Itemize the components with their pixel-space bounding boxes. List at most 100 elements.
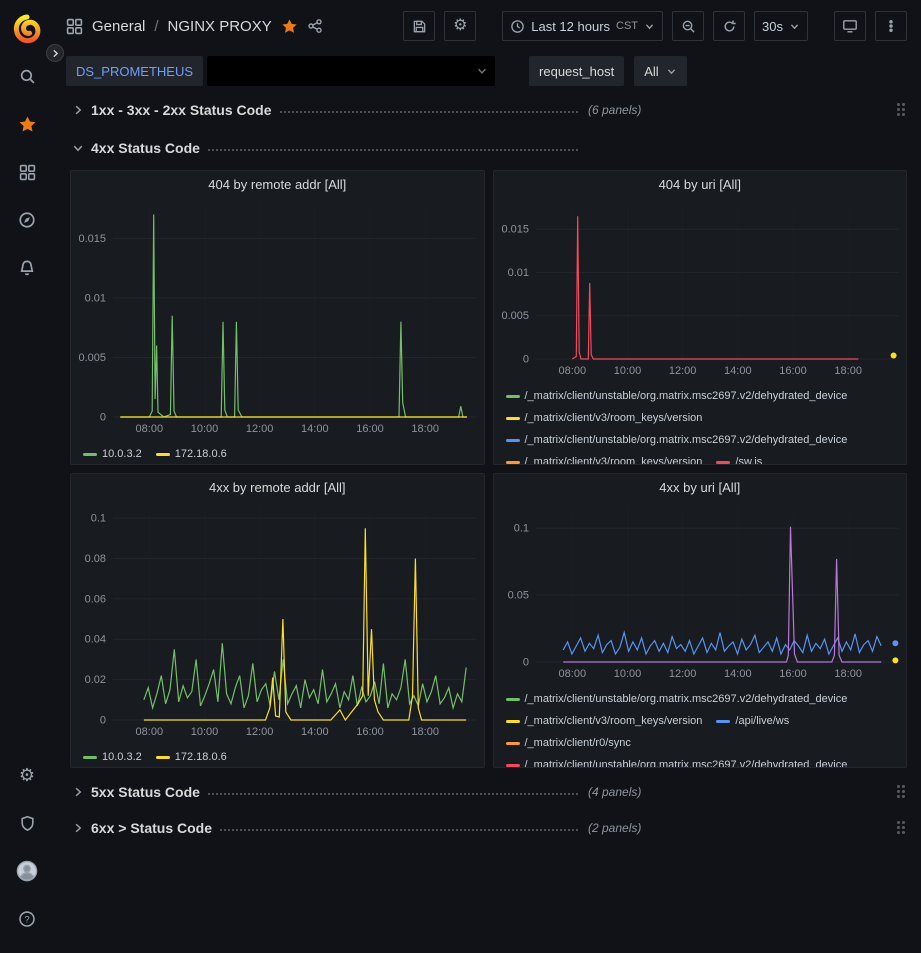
- chevron-down-icon: [644, 21, 655, 32]
- sidebar-item-alerting[interactable]: [0, 244, 54, 292]
- panel-title[interactable]: 4xx by remote addr [All]: [71, 474, 484, 500]
- zoom-out-icon: [681, 19, 696, 34]
- star-icon: [18, 115, 37, 134]
- breadcrumb-folder[interactable]: General: [92, 18, 145, 35]
- svg-text:12:00: 12:00: [246, 423, 274, 435]
- svg-text:0.01: 0.01: [85, 292, 106, 304]
- chevron-right-icon: [70, 786, 86, 798]
- sidebar-item-help[interactable]: ?: [0, 895, 54, 943]
- row-4xx-status-code[interactable]: 4xx Status Code: [70, 134, 907, 162]
- grafana-logo[interactable]: [0, 6, 54, 52]
- navbar-actions: ⚙ Last 12 hours CST: [403, 11, 907, 41]
- cycle-view-button[interactable]: [834, 11, 866, 41]
- variable-datasource-value[interactable]: [207, 56, 495, 86]
- drag-handle-icon[interactable]: [895, 820, 907, 838]
- svg-text:12:00: 12:00: [668, 668, 696, 680]
- svg-text:14:00: 14:00: [724, 668, 752, 680]
- share-icon[interactable]: [307, 18, 323, 34]
- legend-item[interactable]: /api/live/ws: [716, 711, 789, 731]
- svg-text:0.01: 0.01: [507, 267, 528, 279]
- row-5xx-status-code[interactable]: 5xx Status Code (4 panels): [70, 778, 907, 806]
- svg-text:10:00: 10:00: [191, 726, 219, 738]
- more-options-button[interactable]: [875, 11, 907, 41]
- request-host-selected: All: [644, 64, 658, 79]
- sidebar-item-dashboards[interactable]: [0, 148, 54, 196]
- panel-title[interactable]: 4xx by uri [All]: [494, 474, 907, 500]
- svg-text:0.005: 0.005: [78, 352, 106, 364]
- svg-text:14:00: 14:00: [301, 423, 329, 435]
- svg-text:0.005: 0.005: [501, 310, 529, 322]
- star-icon[interactable]: [281, 18, 298, 35]
- svg-text:16:00: 16:00: [356, 726, 384, 738]
- svg-text:0: 0: [100, 715, 106, 727]
- dotted-leader: [208, 793, 578, 795]
- legend-item[interactable]: /_matrix/client/v3/room_keys/version: [506, 452, 703, 464]
- chart-legend: 10.0.3.2 172.18.0.6: [71, 745, 484, 767]
- panel-grid-4xx: 404 by remote addr [All] 00.0050.010.015…: [70, 170, 907, 768]
- svg-text:10:00: 10:00: [191, 423, 219, 435]
- legend-item[interactable]: /_matrix/client/unstable/org.matrix.msc2…: [506, 386, 848, 406]
- gear-icon: ⚙: [19, 766, 35, 784]
- refresh-interval-dropdown[interactable]: 30s: [754, 11, 808, 41]
- legend-item[interactable]: /sw.js: [716, 452, 762, 464]
- svg-text:0.05: 0.05: [507, 590, 528, 602]
- compass-icon: [18, 211, 36, 229]
- chart-404-by-uri[interactable]: 00.0050.010.01508:0010:0012:0014:0016:00…: [494, 197, 907, 384]
- svg-text:18:00: 18:00: [411, 726, 439, 738]
- panel-title[interactable]: 404 by uri [All]: [494, 171, 907, 197]
- svg-text:08:00: 08:00: [558, 668, 586, 680]
- legend-item[interactable]: 172.18.0.6: [156, 444, 227, 464]
- sidebar-expand-button[interactable]: [46, 44, 64, 62]
- legend-item[interactable]: /_matrix/client/unstable/org.matrix.msc2…: [506, 689, 848, 709]
- dashboard-settings-button[interactable]: ⚙: [444, 11, 476, 41]
- chart-4xx-by-remote-addr[interactable]: 00.020.040.060.080.108:0010:0012:0014:00…: [71, 500, 484, 745]
- save-dashboard-button[interactable]: [403, 11, 435, 41]
- grafana-app: ⚙ ?: [0, 0, 921, 953]
- row-6xx-status-code[interactable]: 6xx > Status Code (2 panels): [70, 814, 907, 842]
- zoom-out-button[interactable]: [672, 11, 704, 41]
- sidebar-item-profile[interactable]: [0, 847, 54, 895]
- row-title: 5xx Status Code: [91, 784, 200, 800]
- chevron-right-icon: [51, 49, 60, 58]
- legend-item[interactable]: /_matrix/client/unstable/org.matrix.msc2…: [506, 430, 848, 450]
- variable-datasource-label[interactable]: DS_PROMETHEUS: [66, 56, 203, 86]
- sidebar-item-explore[interactable]: [0, 196, 54, 244]
- gear-icon: ⚙: [453, 18, 467, 34]
- panel-404-by-remote-addr: 404 by remote addr [All] 00.0050.010.015…: [70, 170, 485, 465]
- legend-item[interactable]: 172.18.0.6: [156, 747, 227, 767]
- row-1xx-3xx-2xx-status-code[interactable]: 1xx - 3xx - 2xx Status Code (6 panels): [70, 96, 907, 124]
- sidebar-item-server-admin[interactable]: [0, 799, 54, 847]
- variable-request-host-label[interactable]: request_host: [529, 56, 624, 86]
- dashboard-title[interactable]: NGINX PROXY: [168, 18, 272, 35]
- panel-title[interactable]: 404 by remote addr [All]: [71, 171, 484, 197]
- legend-item[interactable]: /_matrix/client/v3/room_keys/version: [506, 408, 703, 428]
- legend-item[interactable]: /_matrix/client/r0/sync: [506, 733, 631, 753]
- drag-handle-icon[interactable]: [895, 784, 907, 802]
- chart-404-by-remote-addr[interactable]: 00.0050.010.01508:0010:0012:0014:0016:00…: [71, 197, 484, 442]
- sidebar-item-configuration[interactable]: ⚙: [0, 751, 54, 799]
- grafana-logo-icon: [12, 14, 42, 44]
- row-title: 4xx Status Code: [91, 140, 200, 156]
- variable-request-host-value[interactable]: All: [634, 56, 686, 86]
- dashboard-variables-bar: DS_PROMETHEUS request_host All: [54, 52, 921, 90]
- sidebar-item-starred[interactable]: [0, 100, 54, 148]
- avatar: [16, 860, 38, 882]
- legend-item[interactable]: /_matrix/client/unstable/org.matrix.msc2…: [506, 755, 848, 767]
- main-area: General / NGINX PROXY ⚙: [54, 0, 921, 953]
- legend-item[interactable]: /_matrix/client/v3/room_keys/version: [506, 711, 703, 731]
- panel-4xx-by-uri: 4xx by uri [All] 00.050.108:0010:0012:00…: [493, 473, 908, 768]
- shield-icon: [19, 815, 36, 832]
- chart-legend: /_matrix/client/unstable/org.matrix.msc2…: [494, 687, 907, 767]
- drag-handle-icon[interactable]: [895, 102, 907, 120]
- sidebar: ⚙ ?: [0, 0, 54, 953]
- svg-text:14:00: 14:00: [724, 365, 752, 377]
- legend-item[interactable]: 10.0.3.2: [83, 747, 142, 767]
- refresh-button[interactable]: [713, 11, 745, 41]
- chart-4xx-by-uri[interactable]: 00.050.108:0010:0012:0014:0016:0018:00: [494, 500, 907, 687]
- time-range-picker[interactable]: Last 12 hours CST: [502, 11, 663, 41]
- legend-item[interactable]: 10.0.3.2: [83, 444, 142, 464]
- navbar: General / NGINX PROXY ⚙: [54, 0, 921, 52]
- bell-icon: [18, 259, 36, 277]
- search-icon[interactable]: [0, 52, 54, 100]
- row-title: 1xx - 3xx - 2xx Status Code: [91, 102, 272, 118]
